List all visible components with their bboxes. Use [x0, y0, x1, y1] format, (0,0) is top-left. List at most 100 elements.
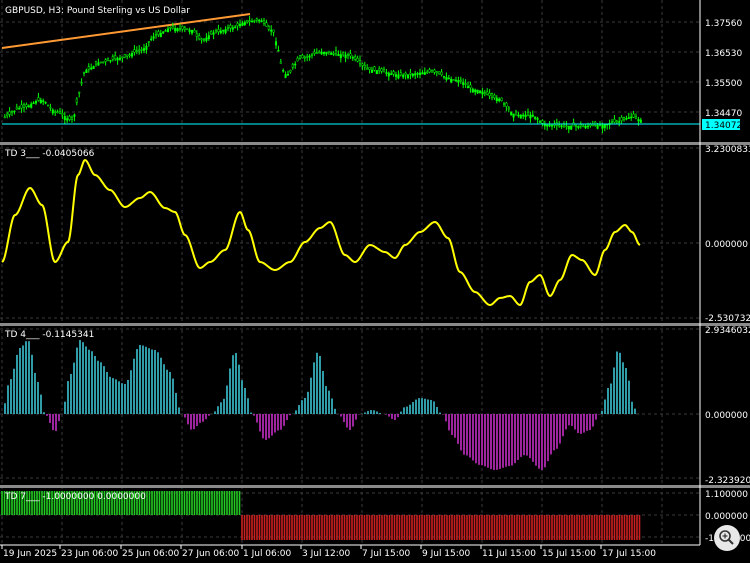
candle	[157, 31, 160, 35]
candle	[584, 125, 587, 129]
td3-label: TD 3___ -0.0405066	[4, 149, 95, 159]
candle	[291, 63, 294, 68]
candle	[416, 73, 419, 75]
candle	[435, 71, 438, 74]
candle	[82, 71, 86, 74]
time-axis[interactable]: 19 Jun 2025 23 Jun 06:00 25 Jun 06:00 27 Ju…	[1, 545, 656, 559]
candle	[560, 125, 563, 128]
candle	[116, 58, 119, 61]
td3-pane[interactable]: TD 3___ -0.0405066 3.2300833 0.000000 -2…	[1, 145, 750, 324]
candle	[226, 27, 230, 29]
candle	[102, 61, 105, 64]
candle	[193, 29, 196, 33]
candle	[603, 124, 606, 128]
candle	[507, 107, 510, 110]
candle	[303, 56, 306, 59]
candle	[234, 26, 237, 29]
candle	[430, 69, 434, 73]
candle	[49, 106, 52, 109]
candle	[166, 28, 170, 33]
candle	[109, 60, 112, 62]
candle	[488, 92, 491, 96]
candle	[181, 25, 184, 30]
td7-pane[interactable]: TD 7___ -1.0000000 0.0000000 1.100000 0.…	[1, 490, 750, 544]
td7-max-label: 1.100000	[705, 490, 748, 500]
candle	[217, 29, 220, 33]
candle	[505, 102, 508, 107]
candle	[253, 20, 256, 22]
candle	[567, 125, 570, 130]
candle	[447, 77, 450, 80]
candle	[154, 34, 158, 36]
td4-pane[interactable]: TD 4___ -0.1145341 2.9346032 0.000000 -2…	[2, 326, 750, 486]
candle	[325, 52, 328, 55]
td3-min-label: -2.5307322	[705, 314, 750, 324]
td7-zero-label: 0.000000	[705, 512, 748, 522]
candle	[464, 83, 467, 85]
candle	[543, 124, 546, 127]
candle	[634, 116, 638, 119]
candle	[502, 103, 506, 105]
pane-separator[interactable]	[0, 142, 750, 145]
candle	[202, 38, 206, 41]
candle	[25, 104, 28, 107]
candle	[10, 111, 14, 113]
candle	[598, 124, 602, 127]
candle	[526, 111, 530, 116]
candle	[260, 20, 263, 23]
time-label: 9 Jul 15:00	[422, 549, 471, 559]
candle	[128, 54, 131, 57]
candle	[169, 27, 172, 29]
pane-separator[interactable]	[0, 323, 750, 326]
candle	[517, 114, 520, 117]
candle	[265, 22, 268, 27]
candle	[339, 54, 342, 59]
td3-max-label: 3.2300833	[705, 145, 750, 155]
candle	[627, 117, 630, 119]
candle	[536, 118, 539, 120]
candle	[114, 55, 117, 60]
candle	[445, 76, 448, 80]
main-pane[interactable]: GBPUSD, H3: Pound Sterling vs US Dollar …	[1, 6, 742, 134]
candle	[406, 74, 410, 78]
td3-zero-label: 0.000000	[705, 240, 748, 250]
candle	[308, 55, 311, 58]
candle	[579, 124, 582, 127]
candle	[178, 28, 182, 30]
candle	[20, 104, 23, 109]
time-label: 19 Jun 2025	[3, 549, 57, 559]
candle	[486, 91, 489, 95]
candle	[330, 52, 333, 55]
td4-histogram	[4, 340, 639, 470]
grid	[0, 0, 700, 545]
candle	[279, 61, 282, 64]
candle	[229, 25, 232, 29]
pane-separator[interactable]	[0, 485, 750, 488]
time-label: 17 Jul 15:00	[602, 549, 656, 559]
candle	[145, 45, 148, 50]
candle	[404, 72, 407, 76]
candle	[618, 121, 621, 123]
candle	[500, 97, 503, 101]
candle	[66, 118, 69, 121]
candle	[246, 19, 249, 23]
candle	[574, 125, 578, 128]
candle	[565, 125, 568, 128]
candle	[186, 28, 189, 31]
candle	[519, 114, 522, 119]
candle	[159, 32, 162, 37]
candle	[241, 22, 244, 26]
candle	[236, 23, 239, 27]
candle	[399, 72, 402, 76]
candle	[198, 35, 201, 40]
candle	[620, 117, 623, 121]
current-price: 1.34072	[705, 121, 742, 131]
candle	[327, 50, 330, 53]
candle	[219, 30, 222, 34]
candle	[529, 114, 532, 119]
candle	[174, 27, 177, 32]
chart-canvas[interactable]: GBPUSD, H3: Pound Sterling vs US Dollar …	[0, 0, 750, 563]
magnifier-icon[interactable]	[714, 525, 740, 551]
candle	[541, 120, 544, 124]
trendline[interactable]	[1, 13, 251, 49]
